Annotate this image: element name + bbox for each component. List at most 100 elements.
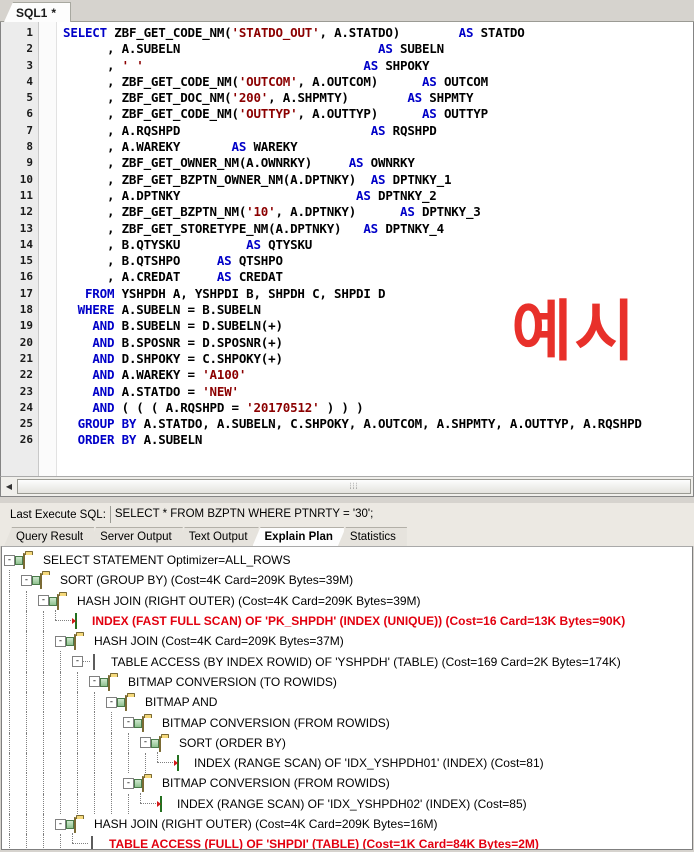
tree-guide-line (9, 813, 11, 835)
tree-guide-line (9, 570, 11, 591)
tree-expander-icon[interactable]: - (89, 676, 100, 688)
plan-row[interactable]: - SELECT STATEMENT Optimizer=ALL_ROWS (4, 550, 692, 570)
tree-indent (4, 610, 55, 632)
plan-operation-folder-icon (74, 634, 91, 651)
sql-line: , A.CREDAT AS CREDAT (57, 269, 693, 285)
sql-text: , ZBF_GET_DOC_NM( (63, 90, 232, 106)
sql-string-literal: '200' (231, 90, 269, 106)
sql-line: WHERE A.SUBELN = B.SUBELN (57, 302, 693, 318)
sql-developer-window: SQL1 * 1 2 3 4 5 6 7 8 9 10 11 12 13 14 15 16 17 18 19 20 21… (0, 0, 694, 852)
tree-guide-line (60, 773, 62, 794)
sql-line: AND B.SUBELN = D.SUBELN(+) (57, 318, 693, 334)
tree-guide-line (43, 712, 45, 733)
scrollbar-thumb[interactable]: ⦙⦙⦙ (17, 479, 691, 494)
plan-row[interactable]: - BITMAP AND (4, 692, 692, 713)
plan-row[interactable]: INDEX (FAST FULL SCAN) OF 'PK_SHPDH' (IN… (4, 610, 692, 632)
sql-text: OWNRKY (363, 155, 415, 171)
tree-guide-line (145, 752, 147, 774)
result-tab-query-result[interactable]: Query Result (4, 527, 95, 546)
editor-horizontal-scrollbar[interactable]: ◀ ⦙⦙⦙ (0, 476, 694, 497)
scrollbar-track[interactable]: ⦙⦙⦙ (17, 479, 691, 494)
sql-text: OUTTYP (436, 106, 488, 122)
line-number: 23 (19, 384, 33, 398)
plan-row-label: INDEX (RANGE SCAN) OF 'IDX_YSHPDH01' (IN… (194, 756, 544, 771)
sql-line: AND ( ( ( A.RQSHPD = '20170512' ) ) ) (57, 400, 693, 416)
sql-string-literal: '10' (246, 204, 276, 220)
sql-text: STATDO (473, 25, 525, 40)
result-tab-server-output[interactable]: Server Output (88, 527, 183, 546)
plan-row[interactable]: - BITMAP CONVERSION (FROM ROWIDS) (4, 773, 692, 794)
plan-row[interactable]: - SORT (GROUP BY) (Cost=4K Card=209K Byte… (4, 570, 692, 591)
tree-guide-line (9, 773, 11, 794)
plan-row[interactable]: INDEX (RANGE SCAN) OF 'IDX_YSHPDH02' (IN… (4, 792, 692, 814)
sql-keyword: AS (407, 90, 422, 106)
plan-row-label: TABLE ACCESS (FULL) OF 'SHPDI' (TABLE) (… (109, 837, 539, 850)
tree-guide-line (77, 752, 79, 774)
plan-row[interactable]: - SORT (ORDER BY) (4, 732, 692, 753)
last-execute-sql-value[interactable]: SELECT * FROM BZPTN WHERE PTNRTY = '30'; (109, 506, 694, 523)
plan-row[interactable]: INDEX (RANGE SCAN) OF 'IDX_YSHPDH01' (IN… (4, 752, 692, 774)
tree-connector (168, 762, 173, 764)
sql-text: OUTCOM (436, 73, 488, 89)
tree-guide-line (77, 773, 79, 794)
tree-expander-icon[interactable]: - (55, 818, 66, 830)
tree-expander-icon[interactable]: - (4, 554, 15, 566)
result-tab-label: Server Output (100, 531, 172, 543)
plan-operation-folder-icon-glyph (40, 573, 42, 590)
sql-line: , B.QTYSKU AS QTYSKU (57, 237, 693, 253)
line-number: 8 (26, 140, 33, 154)
sql-text: D.SHPOKY = C.SHPOKY(+) (114, 350, 283, 366)
line-number: 14 (19, 237, 33, 251)
tree-expander-icon[interactable]: - (123, 777, 134, 789)
plan-row[interactable]: - HASH JOIN (Cost=4K Card=209K Bytes=37M) (4, 631, 692, 652)
sql-text: QTYSKU (260, 236, 313, 252)
tree-guide-line (94, 692, 96, 713)
plan-row[interactable]: TABLE ACCESS (FULL) OF 'SHPDI' (TABLE) (… (4, 833, 692, 850)
sql-string-literal: 'OUTCOM' (238, 73, 298, 89)
tree-expander-icon[interactable]: - (72, 656, 83, 668)
document-tab-sql1[interactable]: SQL1 * (4, 2, 72, 22)
sql-editor[interactable]: 1 2 3 4 5 6 7 8 9 10 11 12 13 14 15 16 17 18 19 20 21 22 23 24 2… (0, 22, 694, 476)
tree-expander-icon[interactable]: - (140, 737, 151, 749)
plan-row[interactable]: - BITMAP CONVERSION (TO ROWIDS) (4, 671, 692, 693)
plan-row-label: HASH JOIN (RIGHT OUTER) (Cost=4K Card=20… (94, 817, 438, 831)
plan-row[interactable]: - BITMAP CONVERSION (FROM ROWIDS) (4, 712, 692, 733)
sql-keyword: AS (216, 253, 232, 269)
line-number: 4 (26, 74, 33, 88)
line-number: 12 (19, 205, 33, 219)
plan-row[interactable]: - TABLE ACCESS (BY INDEX ROWID) OF 'YSHPD… (4, 651, 692, 672)
tree-guide-line (77, 671, 79, 693)
result-tab-text-output[interactable]: Text Output (176, 527, 259, 546)
tree-expander-icon[interactable]: - (21, 574, 32, 586)
tree-guide-line (60, 712, 62, 733)
line-number: 7 (26, 123, 33, 137)
tree-guide-line (77, 793, 79, 814)
scroll-left-arrow-icon[interactable]: ◀ (1, 478, 17, 495)
tree-expander-icon[interactable]: - (55, 635, 66, 647)
result-tab-explain-plan[interactable]: Explain Plan (252, 527, 344, 546)
tree-expander-icon[interactable]: - (123, 717, 134, 729)
line-number: 22 (19, 368, 33, 382)
sql-keyword: AS (400, 204, 415, 220)
sql-text: A.STATDO, A.SUBELN, C.SHPOKY, A.OUTCOM, … (136, 416, 642, 432)
document-modified-marker: * (51, 5, 57, 20)
plan-row[interactable]: - HASH JOIN (RIGHT OUTER) (Cost=4K Card=2… (4, 813, 692, 835)
tree-expander-icon[interactable]: - (38, 595, 49, 607)
plan-operation-folder-icon-glyph (142, 776, 144, 793)
sql-line: , B.QTSHPO AS QTSHPO (57, 253, 693, 269)
tree-expander-icon[interactable]: - (106, 696, 117, 708)
sql-text: WAREKY (246, 139, 298, 155)
explain-plan-tree[interactable]: - SELECT STATEMENT Optimizer=ALL_ROWS - SOR… (1, 546, 693, 850)
plan-operation-folder-icon (125, 695, 142, 712)
tree-connector (66, 620, 71, 622)
sql-code-area[interactable]: 예시 SELECT ZBF_GET_CODE_NM('STATDO_OUT', … (57, 22, 693, 476)
sql-keyword: AND (92, 318, 115, 334)
tree-indent (4, 671, 89, 693)
plan-row[interactable]: - HASH JOIN (RIGHT OUTER) (Cost=4K Card=2… (4, 590, 692, 611)
sql-keyword: GROUP BY (63, 416, 137, 432)
sql-line: , ZBF_GET_BZPTN_NM('10', A.DPTNKY) AS DP… (57, 204, 693, 220)
tree-guide-line (43, 610, 45, 632)
line-number: 5 (26, 91, 33, 105)
result-tab-statistics[interactable]: Statistics (337, 527, 407, 546)
